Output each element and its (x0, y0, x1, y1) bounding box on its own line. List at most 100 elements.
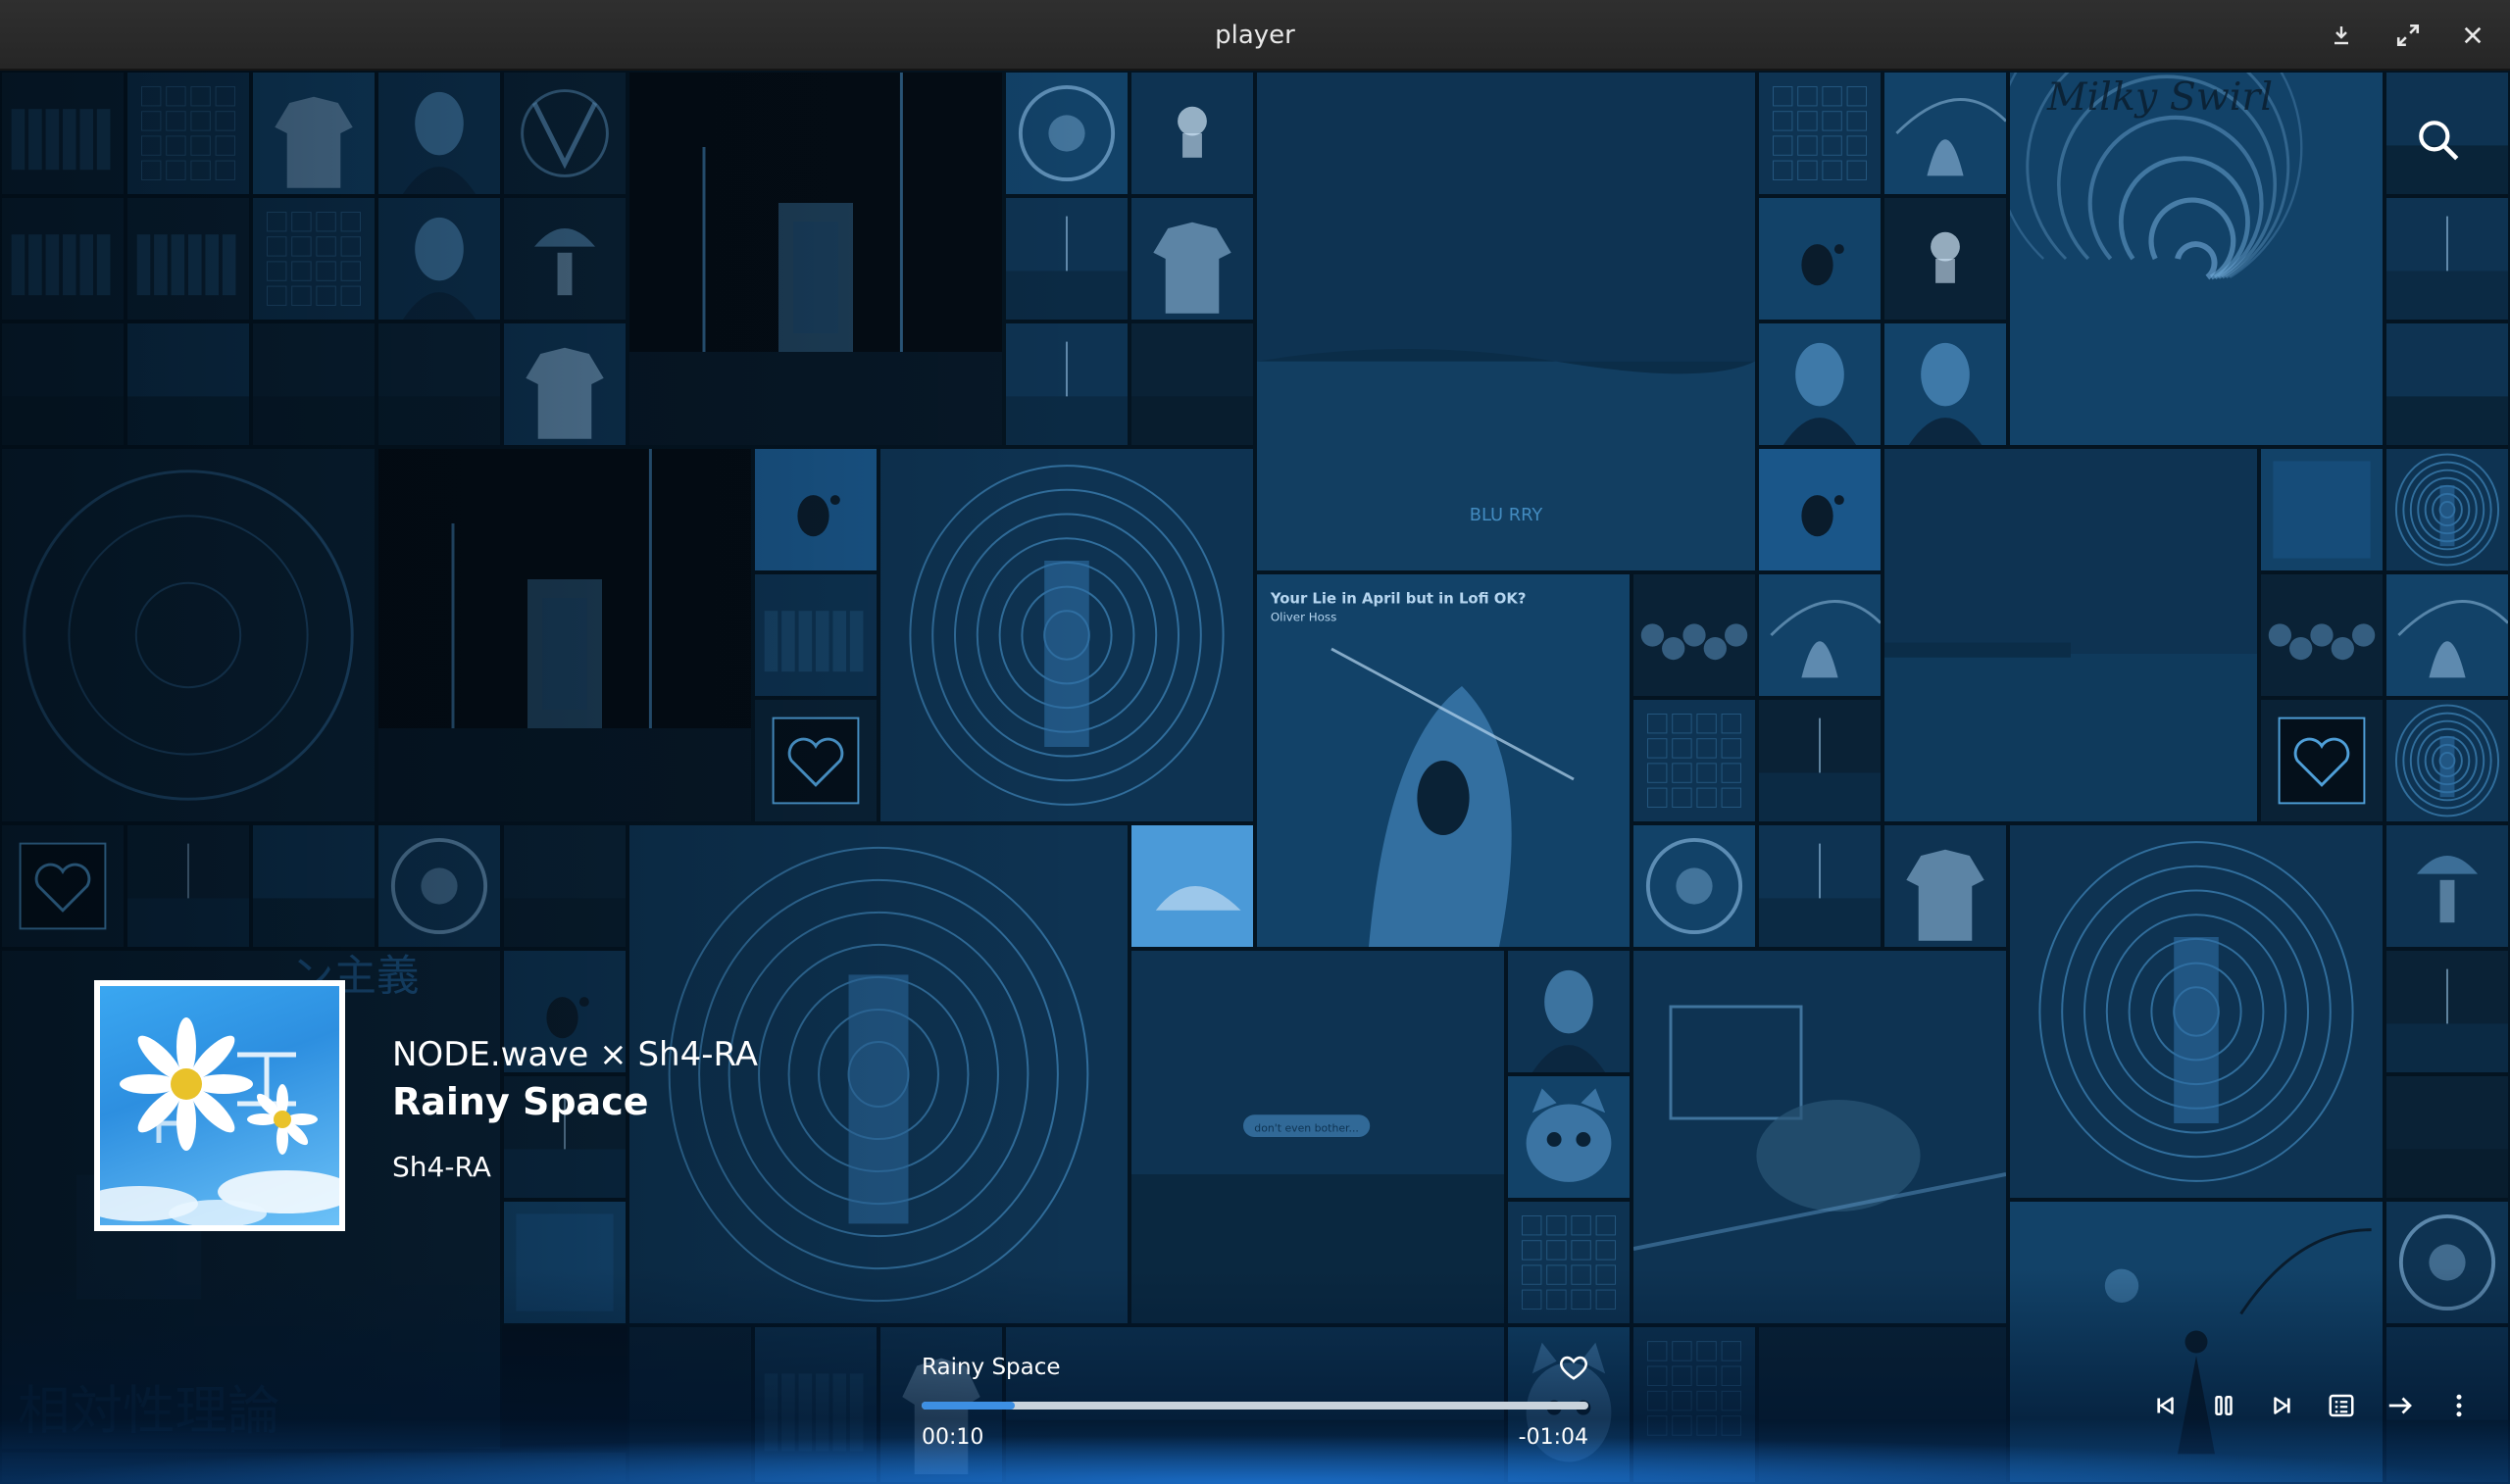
album-tile[interactable] (502, 1200, 628, 1325)
album-tile[interactable] (126, 823, 251, 949)
album-tile[interactable] (753, 572, 878, 698)
album-tile[interactable]: BLU RRY (1255, 71, 1757, 572)
previous-button[interactable] (2143, 1384, 2186, 1427)
album-tile[interactable] (1757, 1325, 2008, 1484)
album-tile[interactable] (376, 196, 502, 322)
album-tile[interactable] (2259, 572, 2384, 698)
svg-text:相対性理論: 相対性理論 (18, 1380, 280, 1442)
album-tile[interactable] (251, 823, 376, 949)
album-tile[interactable] (0, 447, 376, 823)
album-tile[interactable] (126, 196, 251, 322)
pause-icon (2215, 1396, 2233, 1415)
download-button[interactable] (2324, 18, 2359, 53)
album-tile[interactable] (753, 698, 878, 823)
album-tile[interactable] (126, 322, 251, 447)
album-tile[interactable] (2384, 949, 2510, 1074)
album-tile[interactable] (1632, 572, 1757, 698)
queue-button[interactable] (2320, 1384, 2363, 1427)
album-tile[interactable] (2384, 572, 2510, 698)
more-icon (2456, 1394, 2462, 1417)
album-tile[interactable] (1757, 698, 1882, 823)
album-tile[interactable] (502, 823, 628, 949)
more-button[interactable] (2437, 1384, 2481, 1427)
album-tile[interactable] (1757, 572, 1882, 698)
album-tile[interactable] (502, 322, 628, 447)
album-tile[interactable] (2008, 1200, 2384, 1484)
album-tile[interactable]: don't even bother... (1130, 949, 1506, 1325)
album-tile[interactable] (1632, 823, 1757, 949)
album-tile[interactable]: Milky Swirl (2008, 71, 2384, 447)
album-tile[interactable] (1882, 196, 2008, 322)
album-tile[interactable] (1130, 196, 1255, 322)
album-tile[interactable] (251, 71, 376, 196)
album-tile[interactable] (1130, 322, 1255, 447)
album-tile[interactable] (376, 322, 502, 447)
album-tile[interactable] (1757, 196, 1882, 322)
album-tile[interactable] (1632, 1325, 1757, 1484)
album-tile[interactable] (1757, 322, 1882, 447)
album-tile[interactable] (0, 823, 126, 949)
album-tile[interactable] (1757, 823, 1882, 949)
next-button[interactable] (2261, 1384, 2304, 1427)
artists-line[interactable]: NODE.wave × Sh4-RA (392, 1035, 1079, 1074)
fullscreen-button[interactable] (2390, 18, 2426, 53)
album-tile[interactable] (1757, 447, 1882, 572)
fullscreen-icon (2396, 24, 2420, 47)
album-tile[interactable] (2259, 698, 2384, 823)
window-title: player (1215, 21, 1295, 50)
album-tile[interactable] (251, 322, 376, 447)
album-tile[interactable] (0, 71, 126, 196)
album-tile[interactable] (2259, 447, 2384, 572)
playback-track-title: Rainy Space (922, 1355, 1061, 1380)
album-tile[interactable] (1882, 322, 2008, 447)
album-tile[interactable] (1632, 698, 1757, 823)
album-tile[interactable] (2384, 698, 2510, 823)
album-tile[interactable] (376, 71, 502, 196)
album-tile[interactable] (628, 71, 1004, 447)
album-tile[interactable] (1882, 823, 2008, 949)
now-playing-text: NODE.wave × Sh4-RA Rainy Space Sh4-RA (392, 1035, 1079, 1183)
album-tile[interactable] (0, 196, 126, 322)
album-tile[interactable] (1130, 71, 1255, 196)
album-tile[interactable] (376, 447, 753, 823)
album-tile[interactable] (1632, 949, 2008, 1325)
progress-bar[interactable] (922, 1402, 1588, 1410)
album-tile[interactable] (2384, 447, 2510, 572)
album-tile[interactable] (2384, 196, 2510, 322)
album-tile[interactable] (0, 1451, 628, 1484)
album-tile[interactable] (878, 447, 1255, 823)
album-tile[interactable] (1004, 322, 1130, 447)
album-tile[interactable] (1757, 71, 1882, 196)
album-tile[interactable] (1506, 1200, 1632, 1325)
album-tile[interactable] (1882, 447, 2259, 823)
album-tile[interactable] (126, 71, 251, 196)
album-tile[interactable] (2384, 1200, 2510, 1325)
album-cover[interactable] (94, 980, 345, 1231)
close-button[interactable] (2455, 18, 2490, 53)
track-artist[interactable]: Sh4-RA (392, 1151, 1079, 1183)
album-tile[interactable] (2384, 1074, 2510, 1200)
album-tile[interactable] (1130, 823, 1255, 949)
album-tile[interactable] (753, 447, 878, 572)
album-tile[interactable] (376, 823, 502, 949)
album-tile[interactable] (753, 1325, 878, 1484)
search-button[interactable] (2414, 116, 2463, 165)
album-tile[interactable] (502, 196, 628, 322)
album-tile[interactable] (2384, 823, 2510, 949)
album-tile[interactable] (1506, 1074, 1632, 1200)
album-tile[interactable] (1882, 71, 2008, 196)
album-tile[interactable] (2384, 322, 2510, 447)
album-tile[interactable] (1004, 71, 1130, 196)
album-tile[interactable] (251, 196, 376, 322)
album-tile[interactable] (1004, 196, 1130, 322)
album-tile[interactable] (0, 322, 126, 447)
album-tile[interactable] (2008, 823, 2384, 1200)
pause-button[interactable] (2202, 1384, 2245, 1427)
album-tile[interactable] (1506, 949, 1632, 1074)
daisy-cover-art (100, 986, 339, 1225)
album-tile[interactable]: Your Lie in April but in Lofi OK? Oliver… (1255, 572, 1632, 949)
favorite-button[interactable] (1557, 1351, 1590, 1384)
forward-button[interactable] (2379, 1384, 2422, 1427)
album-tile[interactable] (628, 1325, 753, 1484)
album-tile[interactable] (502, 71, 628, 196)
